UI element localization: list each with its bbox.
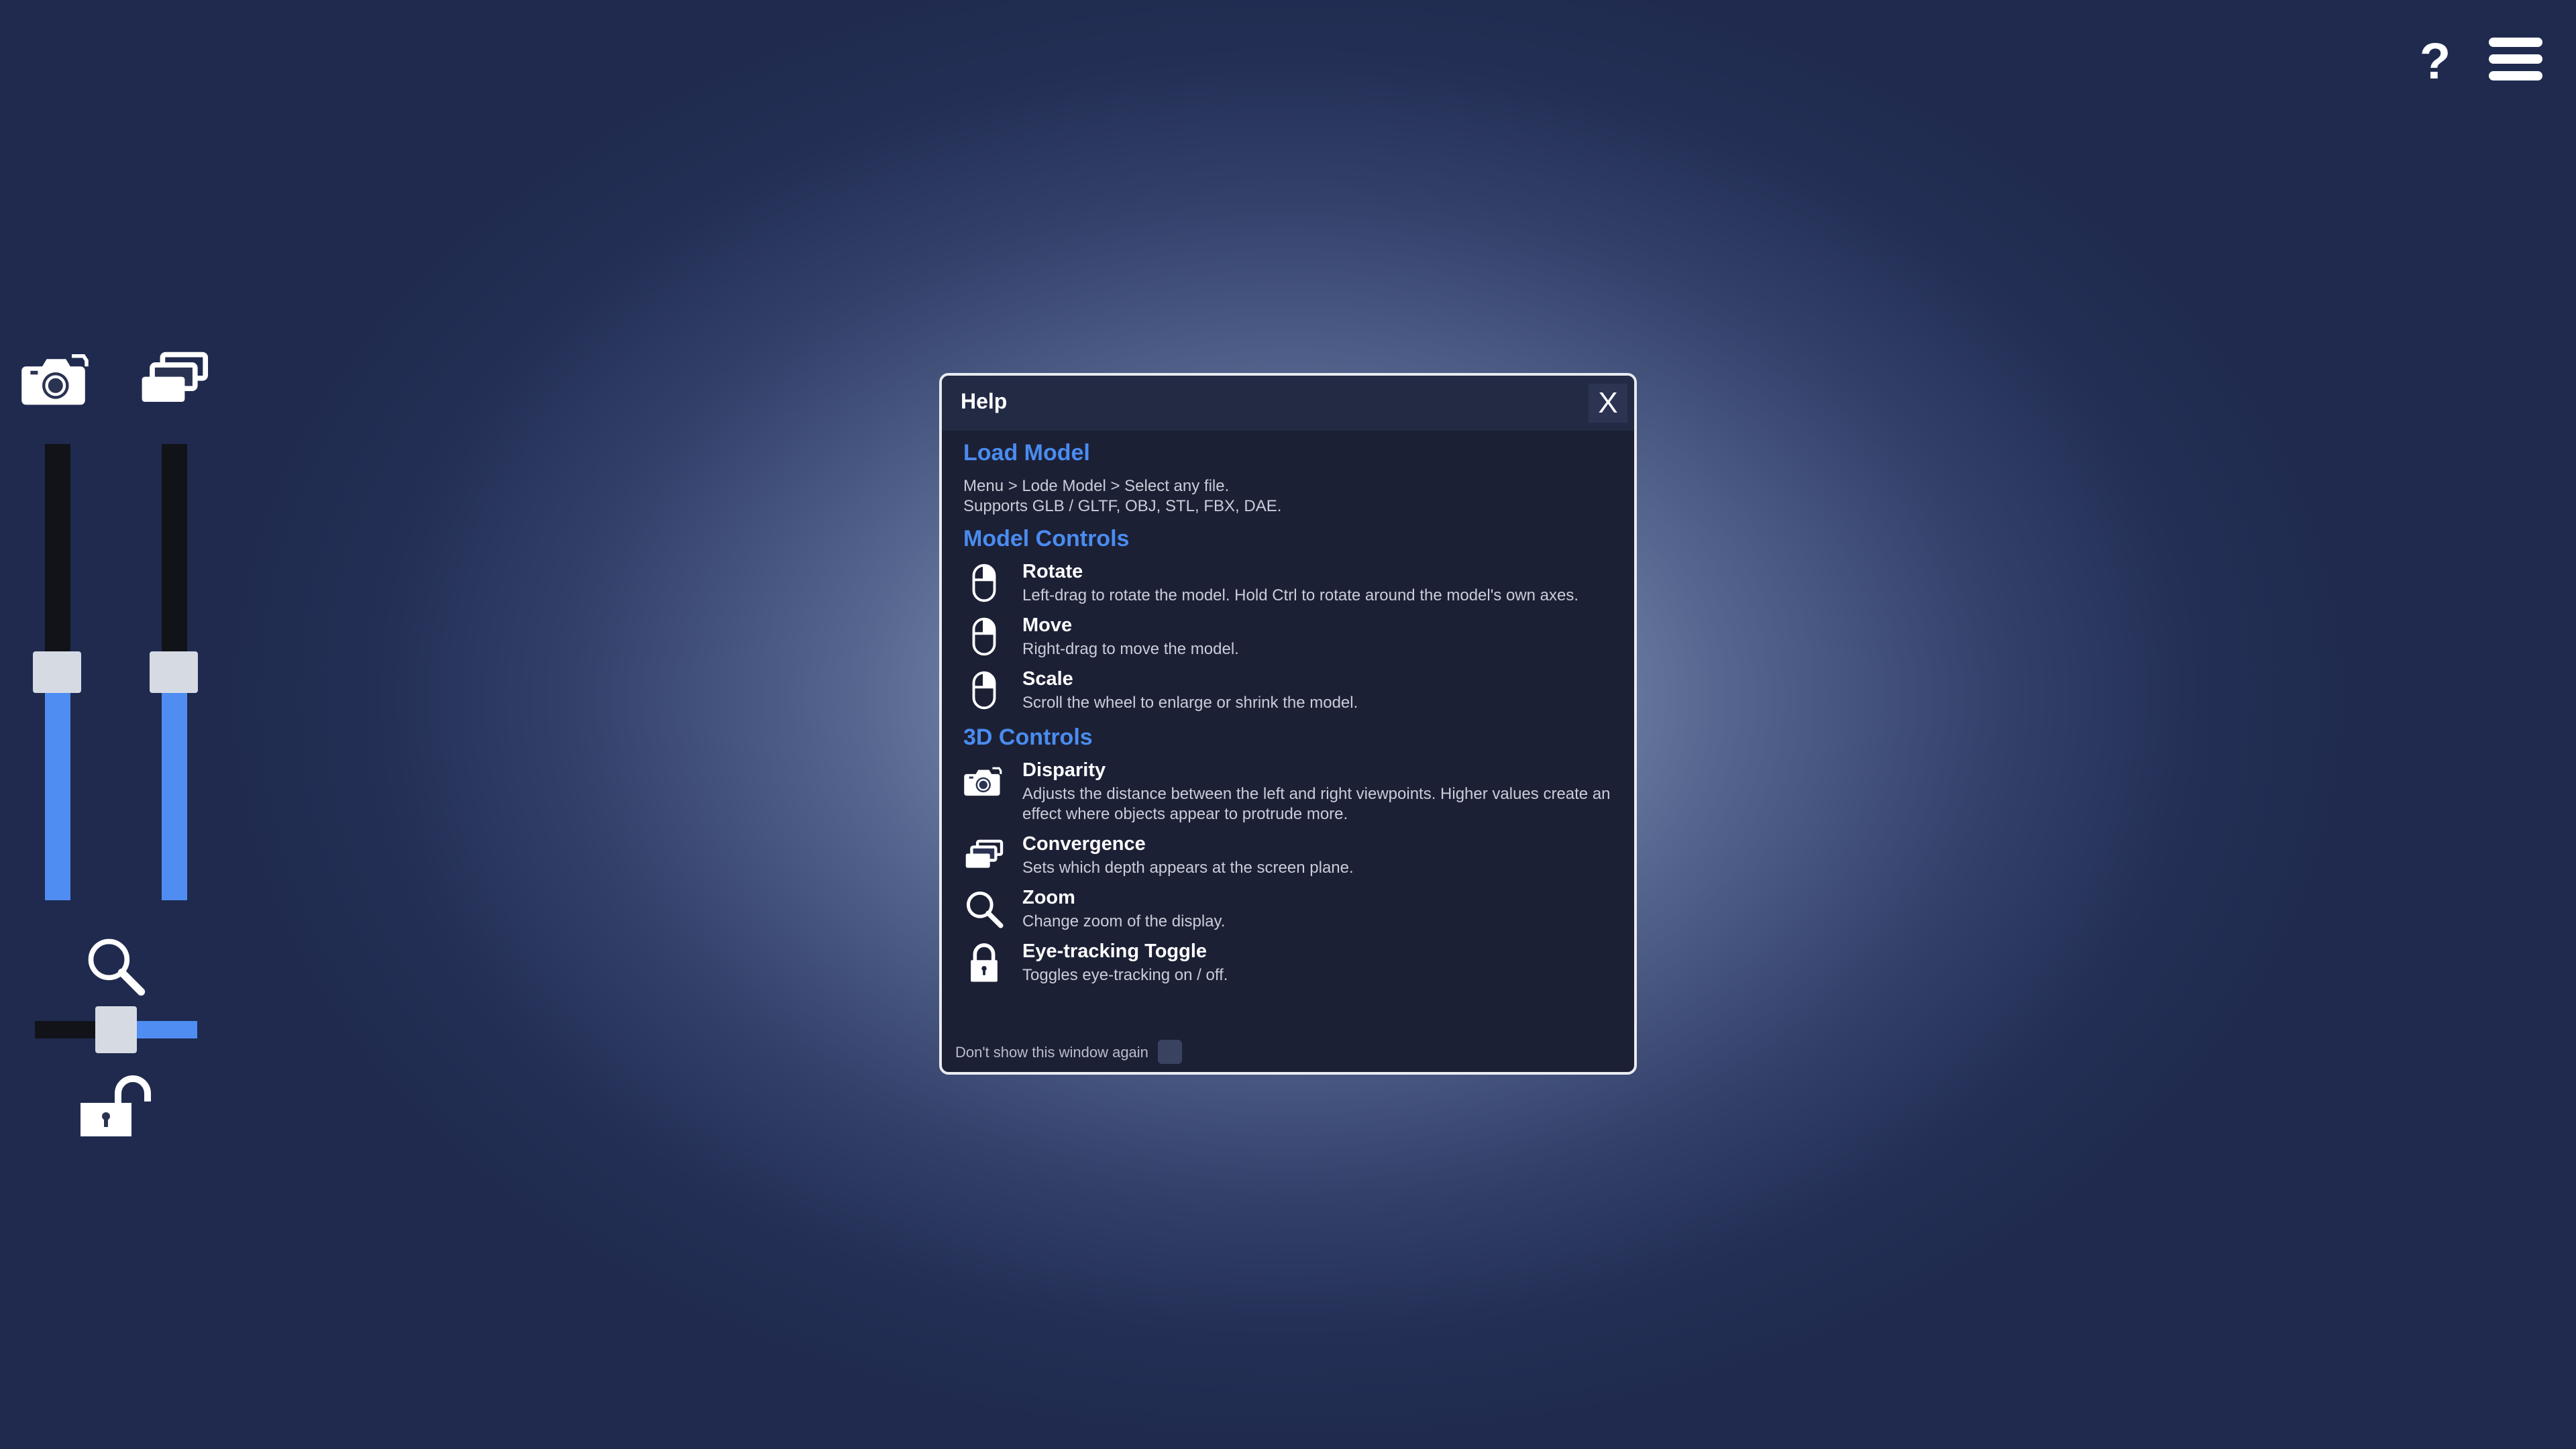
camera-icon	[20, 346, 94, 413]
zoom-slider-thumb[interactable]	[95, 1006, 137, 1053]
help-item-description: Adjusts the distance between the left an…	[1022, 785, 1611, 823]
magnifier-icon	[83, 934, 148, 998]
dont-show-again-checkbox[interactable]	[1158, 1040, 1182, 1064]
help-item-description: Scroll the wheel to enlarge or shrink th…	[1022, 694, 1358, 712]
load-model-text: Menu > Lode Model > Select any file. Sup…	[963, 476, 1281, 517]
zoom-slider[interactable]	[35, 1006, 197, 1053]
convergence-slider-thumb[interactable]	[150, 651, 198, 693]
help-item-title: Scale	[1022, 668, 1073, 690]
help-item-title: Move	[1022, 614, 1073, 636]
convergence-slider[interactable]	[150, 444, 198, 900]
mouse-icon	[963, 616, 1005, 657]
stacked-layers-icon	[138, 346, 211, 413]
model-controls-heading: Model Controls	[963, 526, 1130, 551]
3d-controls-heading: 3D Controls	[963, 724, 1093, 750]
magnifier-icon	[963, 888, 1005, 930]
mouse-icon	[963, 669, 1005, 711]
help-item-title: Eye-tracking Toggle	[1022, 941, 1208, 962]
disparity-slider-fill	[45, 672, 70, 900]
load-model-heading: Load Model	[963, 440, 1090, 466]
dont-show-again-label: Don't show this window again	[955, 1044, 1148, 1061]
load-model-line2: Supports GLB / GLTF, OBJ, STL, FBX, DAE.	[963, 497, 1282, 515]
help-item-description: Toggles eye-tracking on / off.	[1022, 966, 1228, 984]
help-item-title: Rotate	[1022, 561, 1083, 582]
dialog-header: Help X	[942, 376, 1634, 431]
camera-icon	[963, 761, 1005, 802]
question-mark-icon[interactable]: ?	[2415, 35, 2455, 89]
help-item-description: Right-drag to move the model.	[1022, 640, 1239, 658]
help-dialog: Help X Load Model Menu > Lode Model > Se…	[939, 373, 1637, 1075]
disparity-slider-thumb[interactable]	[33, 651, 81, 693]
close-button[interactable]: X	[1589, 384, 1627, 423]
locked-padlock-icon	[963, 942, 1005, 983]
help-item-description: Left-drag to rotate the model. Hold Ctrl…	[1022, 586, 1579, 604]
help-item-title: Convergence	[1022, 833, 1146, 855]
help-item-title: Disparity	[1022, 759, 1106, 781]
dialog-title: Help	[961, 389, 1008, 413]
hamburger-menu-icon[interactable]	[2489, 38, 2542, 80]
load-model-line1: Menu > Lode Model > Select any file.	[963, 477, 1230, 495]
convergence-slider-fill	[162, 672, 187, 900]
help-item-description: Change zoom of the display.	[1022, 912, 1226, 930]
help-item-description: Sets which depth appears at the screen p…	[1022, 859, 1354, 877]
mouse-icon	[963, 562, 1005, 604]
stacked-layers-icon	[963, 835, 1005, 876]
disparity-slider[interactable]	[33, 444, 81, 900]
help-item-title: Zoom	[1022, 887, 1075, 908]
unlocked-padlock-icon[interactable]	[75, 1073, 158, 1140]
